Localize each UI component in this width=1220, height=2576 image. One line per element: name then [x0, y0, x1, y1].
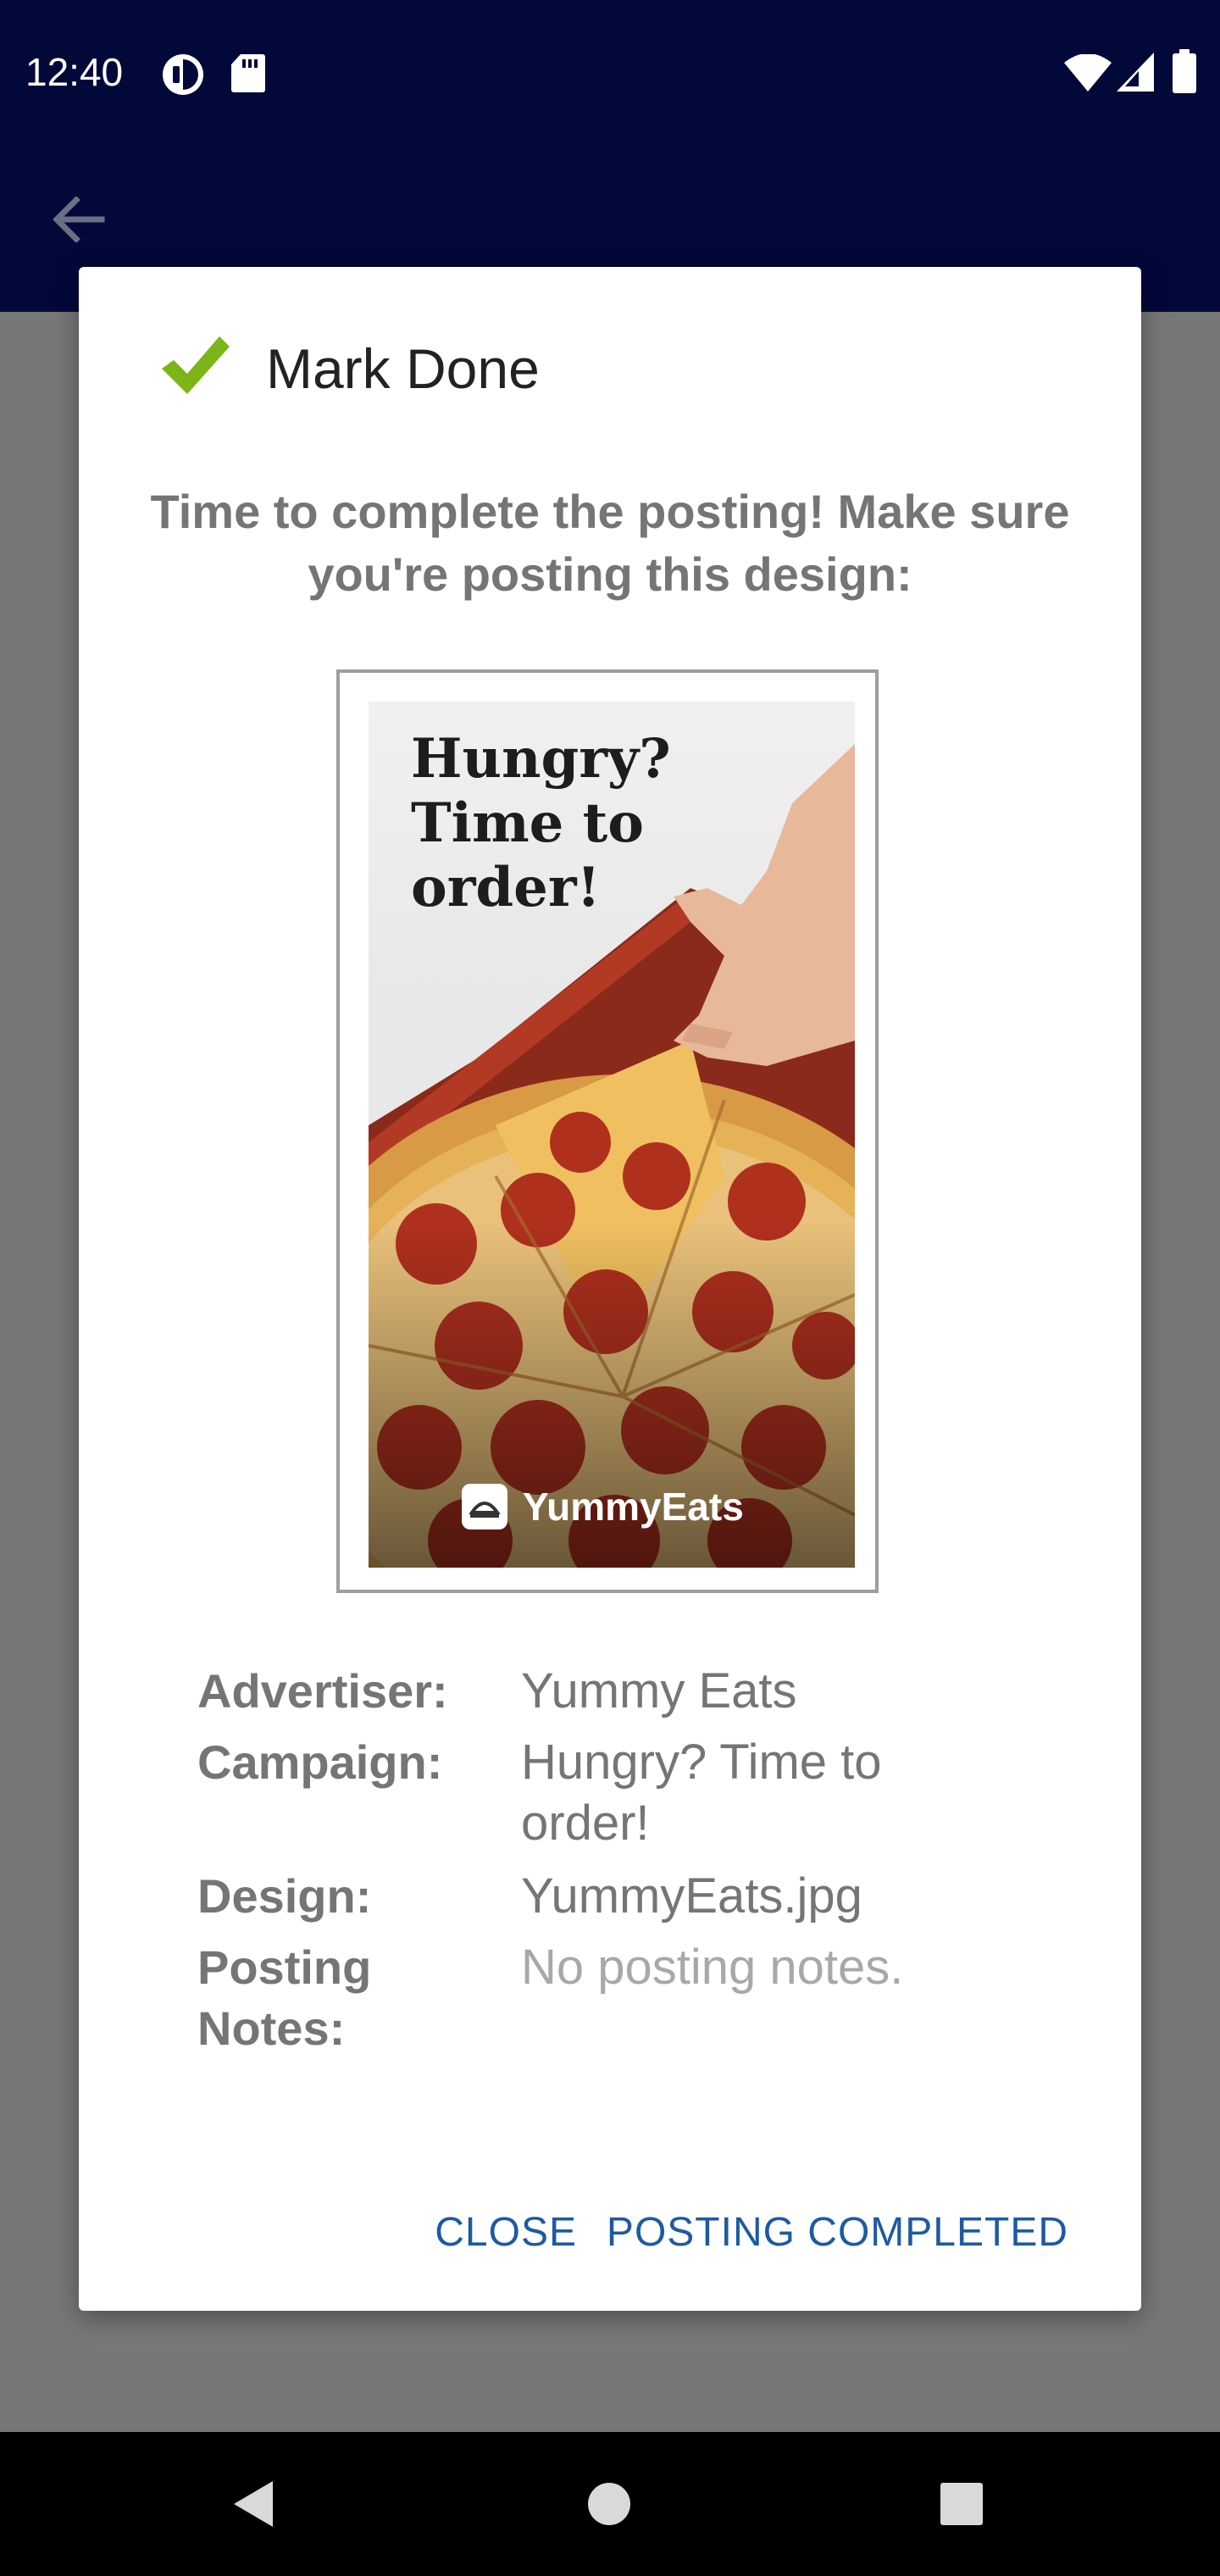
battery-icon [1173, 49, 1196, 93]
cell-signal-icon [1117, 53, 1154, 92]
notes-value: No posting notes. [521, 1940, 904, 1995]
checkmark-icon [162, 336, 230, 394]
notes-label: Posting Notes: [197, 1940, 372, 2055]
posting-completed-button[interactable]: POSTING COMPLETED [607, 2190, 1068, 2275]
close-button[interactable]: CLOSE [435, 2190, 577, 2275]
ad-headline: Hungry? Time to order! [411, 727, 671, 919]
mark-done-dialog: Mark Done Time to complete the posting! … [79, 267, 1141, 2311]
dialog-title: Mark Done [266, 337, 540, 400]
campaign-label: Campaign: [197, 1735, 443, 1789]
system-nav-bar [0, 2432, 1220, 2576]
advertiser-label: Advertiser: [197, 1664, 448, 1718]
design-preview-frame: Hungry? Time to order! YummyEats [336, 669, 879, 1593]
design-value: YummyEats.jpg [521, 1868, 862, 1924]
nav-back-icon[interactable] [230, 2478, 276, 2530]
ad-brand-name: YummyEats [523, 1485, 744, 1529]
advertiser-value: Yummy Eats [521, 1663, 797, 1718]
wifi-icon [1064, 54, 1112, 92]
arrow-back-icon[interactable] [53, 197, 105, 242]
nav-home-icon[interactable] [586, 2481, 632, 2527]
app-header: 12:40 [0, 0, 1220, 312]
design-image: Hungry? Time to order! YummyEats [369, 702, 855, 1568]
sd-card-icon [231, 54, 265, 92]
cloche-icon [462, 1484, 507, 1530]
ad-brand: YummyEats [462, 1483, 744, 1530]
nav-recents-icon[interactable] [939, 2481, 984, 2527]
dialog-message: Time to complete the posting! Make sure … [150, 485, 1070, 601]
campaign-value: Hungry? Time to order! [521, 1735, 882, 1851]
status-time: 12:40 [25, 50, 124, 94]
design-label: Design: [197, 1869, 372, 1923]
speed-icon [163, 54, 203, 95]
